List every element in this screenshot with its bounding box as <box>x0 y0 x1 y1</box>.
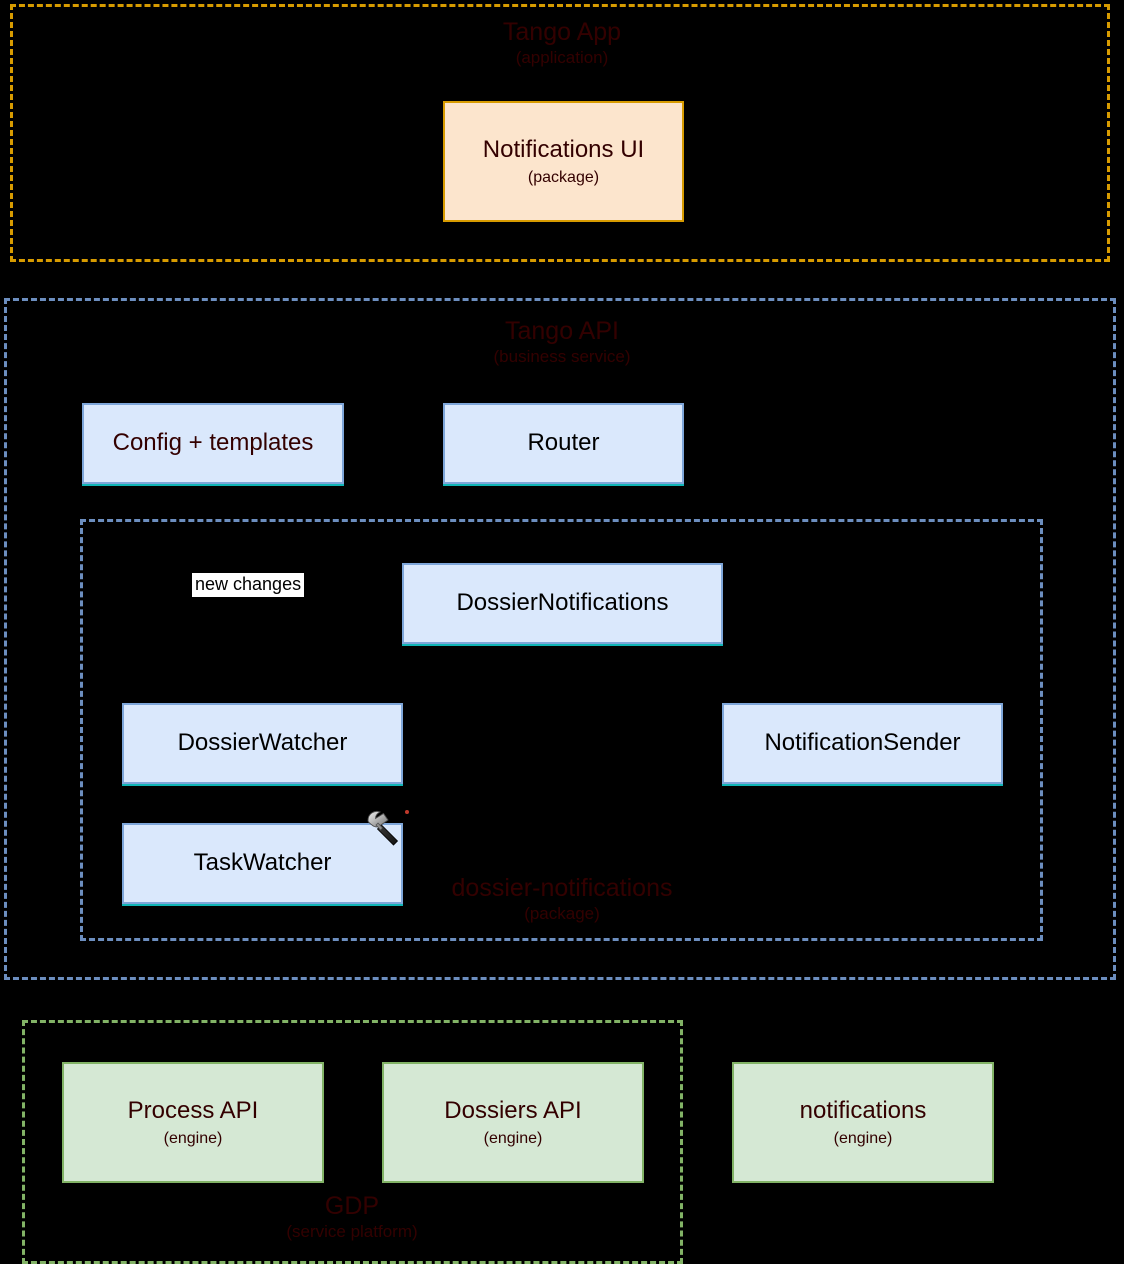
node-notifications-engine-subtitle: (engine) <box>833 1130 893 1148</box>
node-dossier-notifications-title: DossierNotifications <box>456 589 669 617</box>
node-router[interactable]: Router <box>443 403 684 486</box>
node-notifications-ui-subtitle: (package) <box>527 169 600 187</box>
node-dossier-watcher-title: DossierWatcher <box>177 729 348 757</box>
node-notifications-ui-title: Notifications UI <box>482 135 645 163</box>
node-process-api-title: Process API <box>127 1096 259 1124</box>
node-notifications-ui[interactable]: Notifications UI (package) <box>443 101 684 222</box>
edge-label-new-changes: new changes <box>192 573 305 597</box>
node-notifications-engine-title: notifications <box>799 1096 927 1124</box>
diagram-canvas: Tango App (application) Notifications UI… <box>0 0 1124 1264</box>
node-dossiers-api-title: Dossiers API <box>444 1096 582 1124</box>
node-notifications-engine[interactable]: notifications (engine) <box>732 1062 994 1183</box>
node-process-api-subtitle: (engine) <box>163 1130 223 1148</box>
node-config-templates[interactable]: Config + templates <box>82 403 344 486</box>
node-dossiers-api[interactable]: Dossiers API (engine) <box>382 1062 644 1183</box>
node-router-title: Router <box>527 429 600 457</box>
node-process-api[interactable]: Process API (engine) <box>62 1062 324 1183</box>
node-notification-sender[interactable]: NotificationSender <box>722 703 1003 786</box>
node-task-watcher[interactable]: TaskWatcher <box>122 823 403 906</box>
node-dossiers-api-subtitle: (engine) <box>483 1130 543 1148</box>
node-notification-sender-title: NotificationSender <box>764 729 961 757</box>
node-dossier-notifications[interactable]: DossierNotifications <box>402 563 723 646</box>
node-dossier-watcher[interactable]: DossierWatcher <box>122 703 403 786</box>
node-config-templates-title: Config + templates <box>112 429 314 457</box>
node-task-watcher-title: TaskWatcher <box>193 849 332 877</box>
